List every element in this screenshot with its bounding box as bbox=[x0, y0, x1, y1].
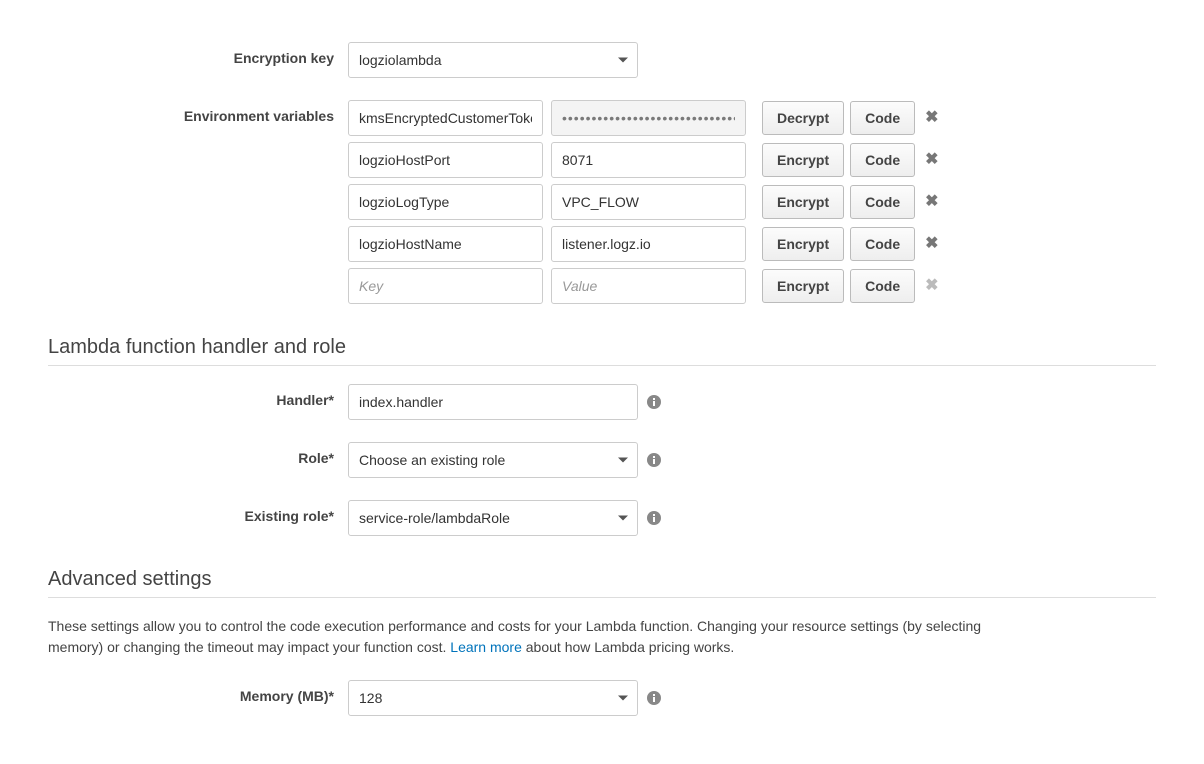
memory-value[interactable] bbox=[348, 680, 638, 716]
handler-input[interactable] bbox=[348, 384, 638, 420]
env-var-row-new: EncryptCode ✖ bbox=[348, 268, 943, 304]
memory-select[interactable] bbox=[348, 680, 638, 716]
env-vars-label: Environment variables bbox=[48, 100, 348, 124]
learn-more-link[interactable]: Learn more bbox=[450, 639, 522, 655]
env-var-key-input[interactable] bbox=[348, 184, 543, 220]
info-icon[interactable] bbox=[646, 510, 662, 526]
env-var-key-input[interactable] bbox=[348, 100, 543, 136]
code-button[interactable]: Code bbox=[850, 101, 915, 135]
code-button[interactable]: Code bbox=[850, 269, 915, 303]
role-label: Role* bbox=[48, 442, 348, 466]
role-value[interactable] bbox=[348, 442, 638, 478]
encrypt-button[interactable]: Encrypt bbox=[762, 143, 844, 177]
code-button[interactable]: Code bbox=[850, 185, 915, 219]
env-var-row: EncryptCode ✖ bbox=[348, 142, 943, 178]
env-var-row: EncryptCode ✖ bbox=[348, 226, 943, 262]
existing-role-label: Existing role* bbox=[48, 500, 348, 524]
info-icon[interactable] bbox=[646, 690, 662, 706]
handler-section-title: Lambda function handler and role bbox=[48, 336, 1156, 359]
env-var-value-input[interactable] bbox=[551, 226, 746, 262]
role-select[interactable] bbox=[348, 442, 638, 478]
handler-label: Handler* bbox=[48, 384, 348, 408]
env-var-key-input[interactable] bbox=[348, 268, 543, 304]
encrypt-button[interactable]: Encrypt bbox=[762, 227, 844, 261]
encrypt-button[interactable]: Encrypt bbox=[762, 269, 844, 303]
section-divider bbox=[48, 597, 1156, 598]
remove-icon: ✖ bbox=[921, 278, 942, 294]
env-var-row: EncryptCode ✖ bbox=[348, 184, 943, 220]
info-icon[interactable] bbox=[646, 452, 662, 468]
env-var-value-input[interactable] bbox=[551, 268, 746, 304]
encryption-key-value[interactable] bbox=[348, 42, 638, 78]
decrypt-button[interactable]: Decrypt bbox=[762, 101, 844, 135]
remove-icon[interactable]: ✖ bbox=[921, 110, 942, 126]
env-var-value-input[interactable] bbox=[551, 142, 746, 178]
advanced-description: These settings allow you to control the … bbox=[48, 616, 988, 658]
section-divider bbox=[48, 365, 1156, 366]
info-icon[interactable] bbox=[646, 394, 662, 410]
code-button[interactable]: Code bbox=[850, 227, 915, 261]
env-var-value-input[interactable] bbox=[551, 100, 746, 136]
env-var-key-input[interactable] bbox=[348, 226, 543, 262]
remove-icon[interactable]: ✖ bbox=[921, 194, 942, 210]
remove-icon[interactable]: ✖ bbox=[921, 152, 942, 168]
existing-role-select[interactable] bbox=[348, 500, 638, 536]
existing-role-value[interactable] bbox=[348, 500, 638, 536]
advanced-section-title: Advanced settings bbox=[48, 568, 1156, 591]
code-button[interactable]: Code bbox=[850, 143, 915, 177]
remove-icon[interactable]: ✖ bbox=[921, 236, 942, 252]
encryption-key-select[interactable] bbox=[348, 42, 638, 78]
advanced-desc-post: about how Lambda pricing works. bbox=[522, 639, 734, 655]
encrypt-button[interactable]: Encrypt bbox=[762, 185, 844, 219]
env-var-row: DecryptCode ✖ bbox=[348, 100, 943, 136]
env-var-key-input[interactable] bbox=[348, 142, 543, 178]
env-var-value-input[interactable] bbox=[551, 184, 746, 220]
memory-label: Memory (MB)* bbox=[48, 680, 348, 704]
encryption-key-label: Encryption key bbox=[48, 42, 348, 66]
